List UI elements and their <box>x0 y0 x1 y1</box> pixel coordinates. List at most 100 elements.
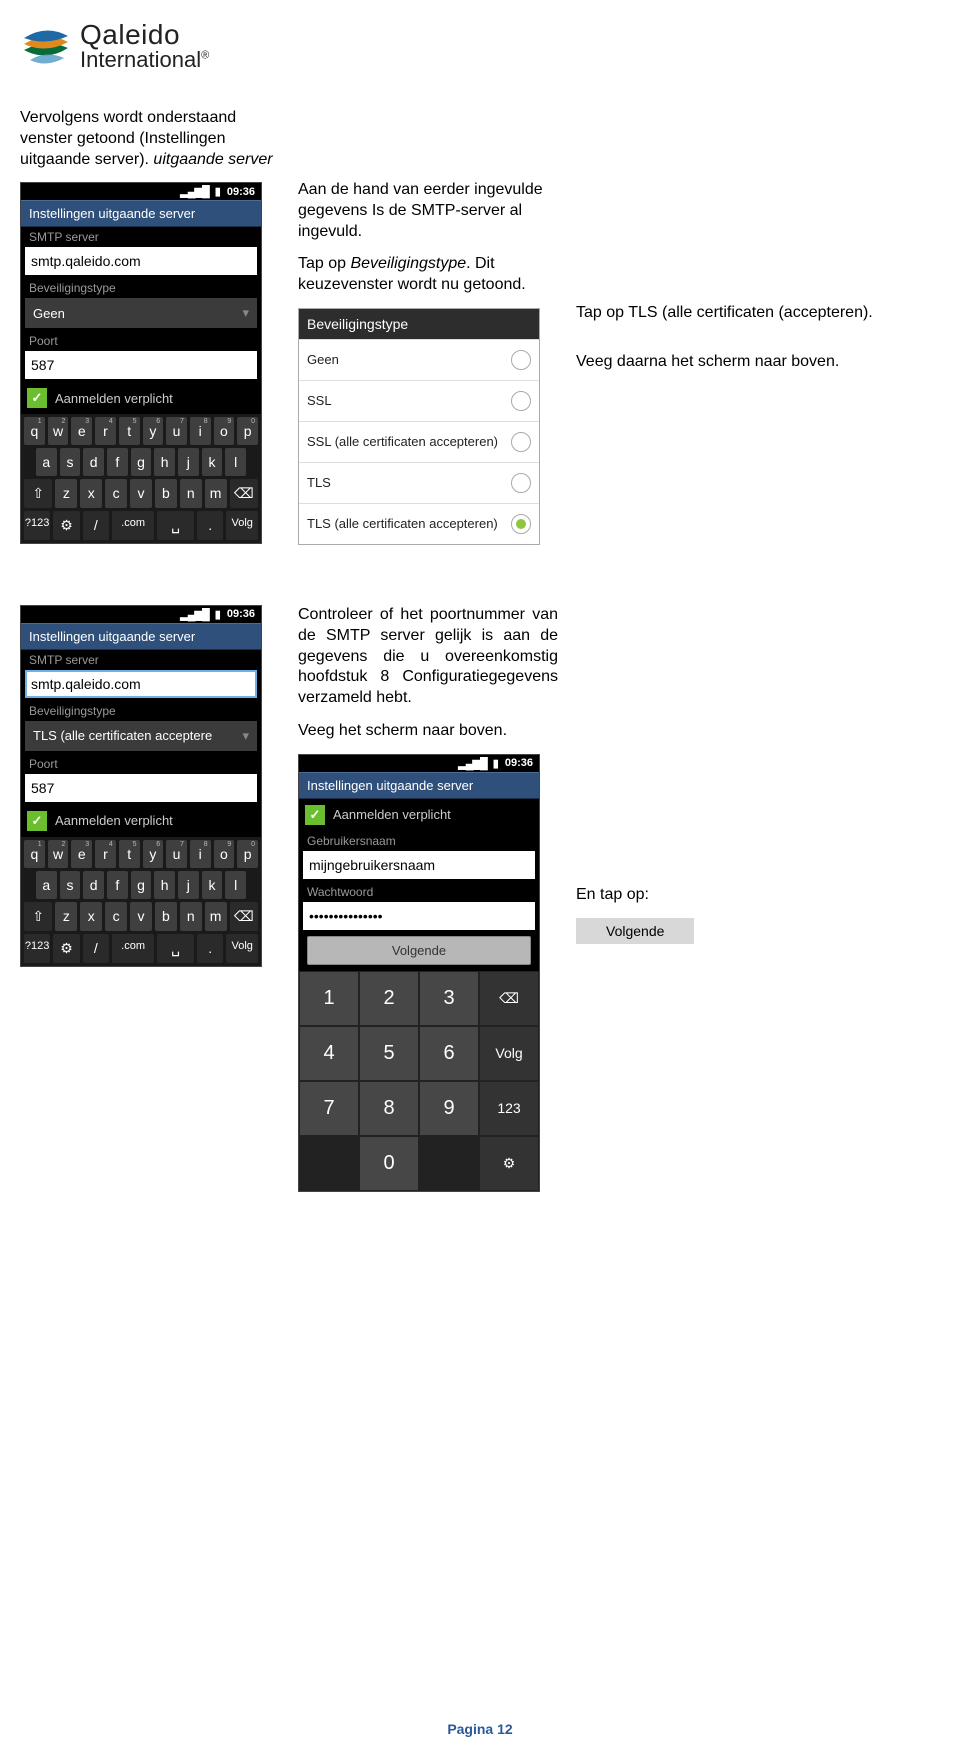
security-option[interactable]: SSL <box>299 380 539 421</box>
key-o[interactable]: o9 <box>214 840 235 868</box>
key-z[interactable]: z <box>55 902 77 931</box>
dot-key[interactable]: . <box>197 934 223 963</box>
numkey-8[interactable]: 8 <box>359 1081 419 1136</box>
key-t[interactable]: t5 <box>119 840 140 868</box>
security-select[interactable]: Geen▾ <box>25 298 257 328</box>
key-c[interactable]: c <box>105 902 127 931</box>
backspace-key[interactable]: ⌫ <box>230 479 258 508</box>
backspace-key[interactable]: ⌫ <box>479 971 539 1026</box>
key-e[interactable]: e3 <box>71 840 92 868</box>
key-o[interactable]: o9 <box>214 417 235 445</box>
key-h[interactable]: h <box>154 871 175 899</box>
key-w[interactable]: w2 <box>48 840 69 868</box>
shift-key[interactable]: ⇧ <box>24 479 52 508</box>
symbols-key[interactable]: ?123 <box>24 934 50 963</box>
username-input[interactable]: mijngebruikersnaam <box>303 851 535 879</box>
settings-key[interactable]: ⚙ <box>53 934 79 963</box>
slash-key[interactable]: / <box>83 934 109 963</box>
key-b[interactable]: b <box>155 902 177 931</box>
port-input[interactable]: 587 <box>25 774 257 802</box>
key-n[interactable]: n <box>180 479 202 508</box>
key-v[interactable]: v <box>130 902 152 931</box>
dotcom-key[interactable]: .com <box>112 511 154 540</box>
key-k[interactable]: k <box>202 448 223 476</box>
keyboard[interactable]: q1w2e3r4t5y6u7i8o9p0asdfghjkl⇧zxcvbnm⌫?1… <box>21 837 261 966</box>
key-q[interactable]: q1 <box>24 840 45 868</box>
login-required-row[interactable]: ✓Aanmelden verplicht <box>21 382 261 414</box>
keyboard[interactable]: q1w2e3r4t5y6u7i8o9p0asdfghjkl⇧zxcvbnm⌫?1… <box>21 414 261 543</box>
key-e[interactable]: e3 <box>71 417 92 445</box>
key-i[interactable]: i8 <box>190 417 211 445</box>
numkey-9[interactable]: 9 <box>419 1081 479 1136</box>
key-z[interactable]: z <box>55 479 77 508</box>
security-option[interactable]: SSL (alle certificaten accepteren) <box>299 421 539 462</box>
next-button[interactable]: Volgende <box>307 936 531 965</box>
space-key[interactable]: ␣ <box>157 511 194 540</box>
key-a[interactable]: a <box>36 871 57 899</box>
symbols-key[interactable]: ?123 <box>24 511 50 540</box>
dot-key[interactable]: . <box>197 511 223 540</box>
numkey-6[interactable]: 6 <box>419 1026 479 1081</box>
key-p[interactable]: p0 <box>237 417 258 445</box>
login-required-row[interactable]: ✓Aanmelden verplicht <box>21 805 261 837</box>
login-required-row[interactable]: ✓Aanmelden verplicht <box>299 799 539 831</box>
key-p[interactable]: p0 <box>237 840 258 868</box>
security-option[interactable]: TLS (alle certificaten accepteren) <box>299 503 539 544</box>
key-y[interactable]: y6 <box>143 840 164 868</box>
key-s[interactable]: s <box>60 448 81 476</box>
smtp-input[interactable]: smtp.qaleido.com <box>25 670 257 698</box>
security-select[interactable]: TLS (alle certificaten acceptere▾ <box>25 721 257 751</box>
key-a[interactable]: a <box>36 448 57 476</box>
numkey-3[interactable]: 3 <box>419 971 479 1026</box>
next-key[interactable]: Volg <box>226 511 258 540</box>
numpad[interactable]: 123⌫456Volg7891230⚙ <box>299 971 539 1191</box>
key-q[interactable]: q1 <box>24 417 45 445</box>
dotcom-key[interactable]: .com <box>112 934 154 963</box>
numkey-4[interactable]: 4 <box>299 1026 359 1081</box>
key-f[interactable]: f <box>107 871 128 899</box>
key-x[interactable]: x <box>80 479 102 508</box>
key-l[interactable]: l <box>225 448 246 476</box>
next-key[interactable]: Volg <box>226 934 258 963</box>
key-u[interactable]: u7 <box>166 840 187 868</box>
settings-key[interactable]: ⚙ <box>479 1136 539 1191</box>
key-d[interactable]: d <box>83 448 104 476</box>
key-s[interactable]: s <box>60 871 81 899</box>
key-r[interactable]: r4 <box>95 417 116 445</box>
key-f[interactable]: f <box>107 448 128 476</box>
key-d[interactable]: d <box>83 871 104 899</box>
key-l[interactable]: l <box>225 871 246 899</box>
settings-key[interactable]: ⚙ <box>53 511 79 540</box>
security-option[interactable]: TLS <box>299 462 539 503</box>
key-c[interactable]: c <box>105 479 127 508</box>
numkey-1[interactable]: 1 <box>299 971 359 1026</box>
numkey-2[interactable]: 2 <box>359 971 419 1026</box>
numkey-7[interactable]: 7 <box>299 1081 359 1136</box>
key-v[interactable]: v <box>130 479 152 508</box>
key-n[interactable]: n <box>180 902 202 931</box>
key-g[interactable]: g <box>131 871 152 899</box>
password-input[interactable]: ••••••••••••••• <box>303 902 535 930</box>
key-t[interactable]: t5 <box>119 417 140 445</box>
slash-key[interactable]: / <box>83 511 109 540</box>
smtp-input[interactable]: smtp.qaleido.com <box>25 247 257 275</box>
space-key[interactable]: ␣ <box>157 934 194 963</box>
key-m[interactable]: m <box>205 479 227 508</box>
key-g[interactable]: g <box>131 448 152 476</box>
key-j[interactable]: j <box>178 871 199 899</box>
numkey-5[interactable]: 5 <box>359 1026 419 1081</box>
key-b[interactable]: b <box>155 479 177 508</box>
next-button-inline[interactable]: Volgende <box>576 918 694 944</box>
key-r[interactable]: r4 <box>95 840 116 868</box>
next-key[interactable]: Volg <box>479 1026 539 1081</box>
key-u[interactable]: u7 <box>166 417 187 445</box>
backspace-key[interactable]: ⌫ <box>230 902 258 931</box>
port-input[interactable]: 587 <box>25 351 257 379</box>
key-h[interactable]: h <box>154 448 175 476</box>
key-w[interactable]: w2 <box>48 417 69 445</box>
key-i[interactable]: i8 <box>190 840 211 868</box>
key-k[interactable]: k <box>202 871 223 899</box>
security-option[interactable]: Geen <box>299 339 539 380</box>
key-m[interactable]: m <box>205 902 227 931</box>
key-x[interactable]: x <box>80 902 102 931</box>
